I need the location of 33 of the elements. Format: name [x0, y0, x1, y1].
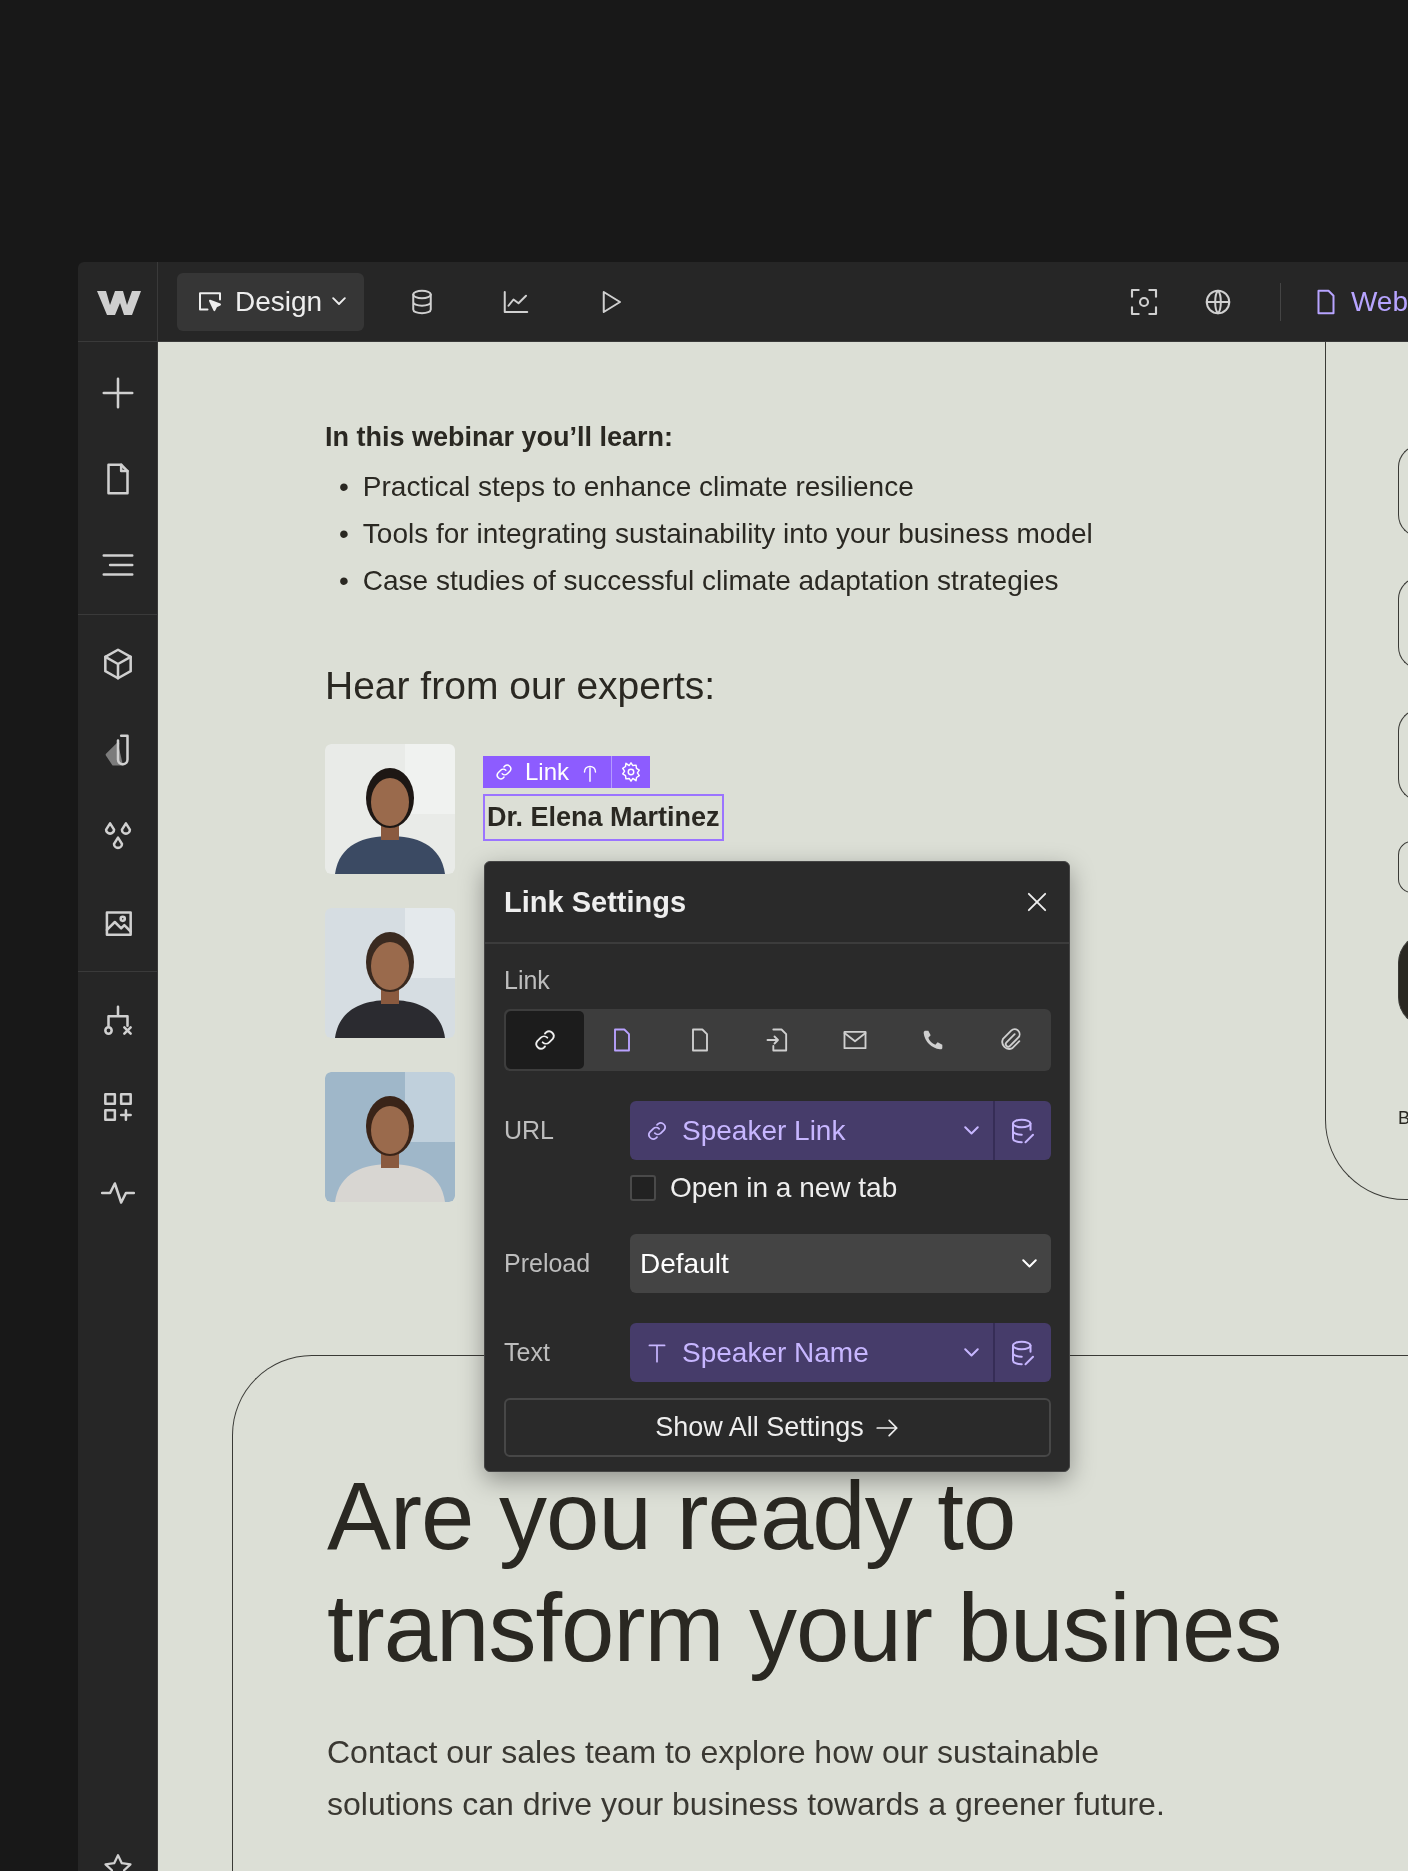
page-selector[interactable]: Web [1310, 285, 1408, 318]
bullet-marker: • [339, 517, 349, 551]
chevron-down-icon [964, 1126, 979, 1135]
design-mode-button[interactable]: Design [177, 272, 365, 331]
element-tag[interactable]: Link [483, 756, 612, 788]
bullet-item: Case studies of successful climate adaptation strategies [362, 564, 1059, 598]
field-label: URL [504, 1116, 555, 1145]
checkbox-label[interactable]: Open in a new tab [670, 1172, 898, 1204]
cta-text: Contact our sales team to explore how our sustainable solutions can drive your business towards a greener future. [327, 1733, 1166, 1824]
section-heading: Hear from our experts: [325, 664, 717, 708]
preload-dropdown[interactable]: Default [630, 1234, 1051, 1293]
checkbox[interactable] [630, 1175, 656, 1201]
show-all-settings-button[interactable]: Show All Settings [504, 1398, 1051, 1457]
link-icon [493, 761, 515, 783]
bullet-item: Tools for integrating sustainability into your business model [362, 517, 1093, 551]
bullet-marker: • [339, 564, 349, 598]
text-field[interactable]: Speaker Name [630, 1323, 1051, 1382]
bullet-marker: • [339, 470, 349, 504]
panel-title: Link Settings [504, 885, 687, 919]
cta-heading: Are you ready to transform your busines [327, 1461, 1283, 1683]
chevron-down-icon [1022, 1259, 1037, 1268]
url-field[interactable]: Speaker Link [630, 1101, 1051, 1160]
chevron-down-icon [964, 1348, 979, 1357]
settings-button[interactable] [611, 756, 651, 788]
chevron-down-icon [332, 297, 347, 306]
field-label: Link [504, 966, 551, 995]
field-label: Text [504, 1338, 551, 1367]
speaker-name[interactable]: Dr. Elena Martinez [483, 794, 724, 841]
gear-icon [620, 761, 643, 783]
bullet-item: Practical steps to enhance climate resilience [362, 470, 914, 504]
field-label: Preload [504, 1249, 592, 1278]
section-heading: In this webinar you’ll learn: [325, 422, 675, 453]
link-type-tab[interactable] [506, 1011, 584, 1069]
